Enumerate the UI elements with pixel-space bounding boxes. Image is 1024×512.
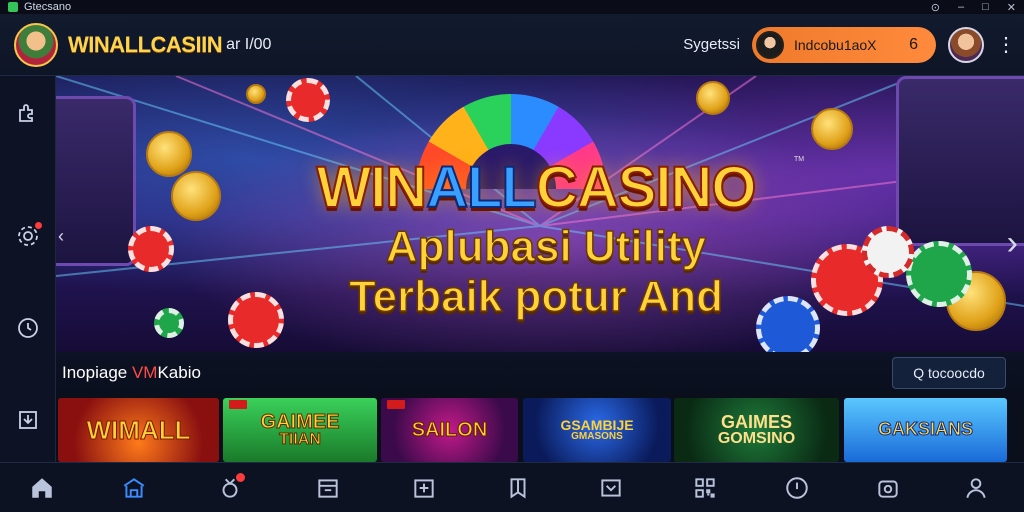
profile-icon[interactable] [961,473,991,503]
title-bar: Gtecsano ⊙ – □ ✕ [0,0,1024,14]
game-card-gaksians[interactable]: GAKSIANS [844,398,1007,462]
clock-icon[interactable] [782,473,812,503]
game-card-title: GAIMEE [260,410,340,433]
more-menu-icon[interactable]: ⋮ [996,32,1016,57]
game-card-subtitle: GOMSINO [717,429,796,447]
promo-icon[interactable] [215,473,245,503]
section-title-accent: VM [131,363,158,382]
game-card-subtitle: TIIAN [279,430,322,448]
section-title-rest: Kabio [157,363,201,382]
coin-icon [146,131,192,177]
notification-dot [236,473,245,482]
gear-icon[interactable] [14,222,42,250]
banner-next-icon[interactable]: › [1007,224,1018,263]
chat-icon[interactable] [596,473,626,503]
game-card-title: GAKSIANS [877,419,973,440]
coin-icon [246,84,266,104]
banner-prev-icon[interactable]: ‹ [58,226,64,247]
maximize-icon[interactable]: □ [982,1,989,14]
bookmark-icon[interactable] [503,473,533,503]
user-avatar[interactable] [948,26,984,63]
home-icon[interactable] [27,473,57,503]
poker-chip-icon [906,241,972,307]
poker-chip-icon [154,308,184,338]
puzzle-icon[interactable] [14,98,42,126]
calendar-icon[interactable] [313,473,343,503]
section-button-label: Q tocoocdo [913,365,985,381]
slot-machine-left [56,96,136,266]
hero-banner[interactable]: WINALLCASINO TM Aplubasi Utility Terbaik… [56,76,1024,352]
game-card-wimall[interactable]: WIMALL [58,398,219,462]
coin-icon [811,108,853,150]
new-badge [387,400,405,409]
header-actions: Sygetssi Indcobu1aoX 6 ⋮ [683,26,1016,63]
theme-toggle-icon[interactable]: ⊙ [931,1,940,14]
pill-text: Indcobu1aoX [794,36,877,53]
brand-suffix: ar I/00 [226,35,272,53]
game-card-title: GAIMES [720,411,792,432]
coin-icon [696,81,730,115]
app-header: WINALLCASIIN ar I/00 Sygetssi Indcobu1ao… [0,14,1024,76]
sidebar [0,76,56,462]
window-title: Gtecsano [24,1,72,13]
slot-machine-right [896,76,1024,246]
game-card-sailon[interactable]: SAILON [381,398,518,462]
game-list: WIMALL GAIMEE TIIAN SAILON GSAMBIJE GMASON… [56,398,1024,462]
search-link[interactable]: Sygetssi [683,36,740,53]
game-card-title: SAILON [411,418,488,441]
account-pill[interactable]: Indcobu1aoX 6 [752,26,936,63]
poker-chip-icon [286,78,330,122]
banner-tagline-2: Terbaik potur And [348,271,724,322]
banner-title-casino: CASINO [535,154,758,221]
minimize-icon[interactable]: – [958,1,964,14]
lobby-icon[interactable] [119,473,149,503]
game-card-gsambije[interactable]: GSAMBIJE GMASONS [523,398,671,462]
game-card-gaimes[interactable]: GAIMES GOMSINO [674,398,839,462]
trademark-mark: TM [794,156,805,163]
banner-tagline-1: Aplubasi Utility [385,221,707,272]
section-title: Inopiage VMKabio [62,363,201,383]
banner-title: WINALLCASINO [236,154,836,221]
logo-avatar[interactable] [14,22,58,67]
pill-count: 6 [909,35,918,53]
wallet-icon[interactable] [873,473,903,503]
poker-chip-icon [862,226,914,278]
app-icon [8,2,18,12]
game-card-subtitle: GMASONS [571,430,623,442]
notification-dot [35,222,42,229]
qr-icon[interactable] [690,473,720,503]
inbox-icon[interactable] [409,473,439,503]
section-search-button[interactable]: Q tocoocdo [892,357,1006,389]
banner-title-win: WIN [315,154,428,221]
banner-title-all: ALL [425,154,538,221]
clock-icon[interactable] [14,314,42,342]
section-title-text: Inopiage [62,363,132,382]
pill-avatar [756,30,784,59]
new-badge [229,400,247,409]
close-icon[interactable]: ✕ [1007,1,1016,14]
app-window: Gtecsano ⊙ – □ ✕ WINALLCASIIN ar I/00 Sy… [0,0,1024,512]
section-header: Inopiage VMKabio Q tocoocdo [56,352,1024,394]
poker-chip-icon [128,226,174,272]
bottom-nav [0,462,1024,512]
game-card-title: WIMALL [86,414,191,445]
coin-icon [171,171,221,221]
window-controls: ⊙ – □ ✕ [931,1,1016,14]
download-icon[interactable] [14,406,42,434]
game-card-gaimee[interactable]: GAIMEE TIIAN [223,398,377,462]
brand-name: WINALLCASIIN [68,31,223,57]
